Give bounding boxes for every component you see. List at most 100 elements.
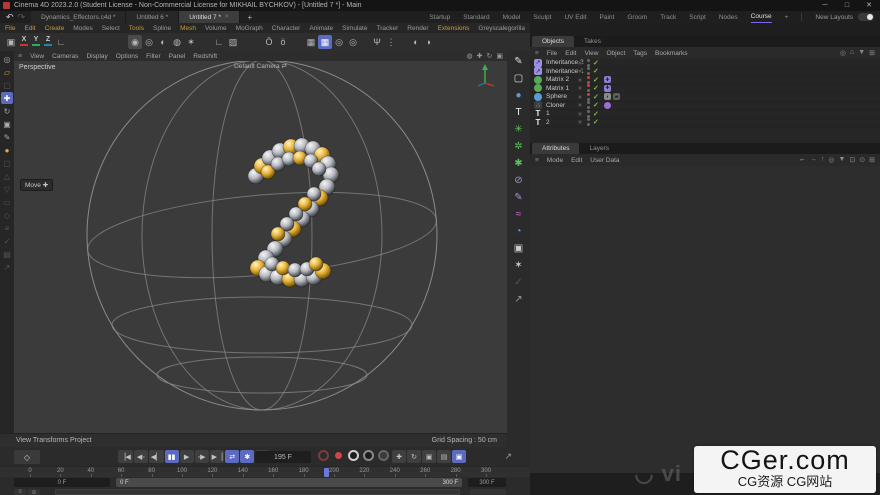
rectangle-selection-icon[interactable]: ▢ (1, 79, 13, 91)
viewport-menu-icon[interactable]: ≡ (18, 53, 22, 60)
vp-menu-panel[interactable]: Panel (169, 53, 186, 60)
maximize-button[interactable]: □ (836, 0, 858, 11)
vp-maximize-icon[interactable]: ▣ (496, 52, 503, 60)
layout-tab-uv-edit[interactable]: UV Edit (564, 12, 586, 23)
attr-menu-mode[interactable]: Mode (547, 157, 563, 164)
om-menu-view[interactable]: View (584, 50, 598, 57)
timeline-track-bar[interactable] (55, 489, 460, 495)
light-icon[interactable]: ✶ (510, 258, 527, 273)
vp-menu-cameras[interactable]: Cameras (52, 53, 78, 60)
document-tab-untitled-6[interactable]: Untitled 6 * (126, 11, 180, 23)
menu-mograph[interactable]: MoGraph (236, 25, 263, 32)
close-button[interactable]: ✕ (858, 0, 880, 11)
next-key-button[interactable]: ◦▶ (194, 450, 209, 463)
keyframe-stop-button[interactable] (348, 450, 359, 461)
vp-material-icon[interactable]: ◍ (467, 52, 473, 60)
attr-lock-icon[interactable]: ⊡ (849, 156, 855, 164)
animation-mode-icon[interactable]: ✶ (184, 35, 198, 49)
axis-lock-y[interactable]: Y (30, 36, 42, 49)
effector-icon[interactable]: ✱ (510, 156, 527, 171)
vp-menu-filter[interactable]: Filter (146, 53, 160, 60)
menu-spline[interactable]: Spline (153, 25, 171, 32)
tab-takes[interactable]: Takes (574, 36, 611, 47)
object-row-inheritance-2[interactable]: ↗ Inheritance 2 ✓ (530, 58, 880, 68)
object-row-matrix-1[interactable]: Matrix 1 ✓ ✚ (530, 84, 880, 93)
attr-menu-user-data[interactable]: User Data (590, 157, 619, 164)
menu-animate[interactable]: Animate (309, 25, 333, 32)
menu-file[interactable]: File (5, 25, 15, 32)
range-start-field[interactable]: 0 F (14, 478, 110, 487)
om-menu-tags[interactable]: Tags (633, 50, 647, 57)
attr-filter-icon[interactable]: ▼ (838, 156, 845, 164)
object-row-sphere[interactable]: Sphere ✓ ◗ ▰ (530, 92, 880, 102)
loop-button[interactable]: ⇄ (225, 450, 240, 463)
object-row-1[interactable]: T 1 ✓ (530, 109, 880, 119)
visibility-dots[interactable] (587, 92, 590, 101)
visibility-dots[interactable] (587, 58, 590, 67)
visibility-dots[interactable] (587, 84, 590, 93)
snap-small-icon[interactable]: ö (276, 35, 290, 49)
enabled-check-icon[interactable]: ✓ (593, 84, 599, 92)
enabled-check-icon[interactable]: ✓ (593, 59, 599, 67)
visibility-dots[interactable] (587, 67, 590, 76)
layer-color-chip[interactable] (578, 120, 582, 125)
cube-primitive-icon[interactable]: ▢ (510, 71, 527, 86)
rotate-tool-icon[interactable]: ↻ (1, 105, 13, 117)
range-end-field[interactable]: 300 F (468, 478, 506, 487)
layer-color-chip[interactable] (578, 60, 582, 65)
record-parameter-button[interactable]: ▤ (437, 450, 451, 463)
play-button[interactable]: ▶ (179, 450, 194, 463)
menu-tracker[interactable]: Tracker (376, 25, 398, 32)
layout-tab-script[interactable]: Script (689, 12, 706, 23)
menu-volume[interactable]: Volume (205, 25, 227, 32)
layout-tab-groom[interactable]: Groom (627, 12, 647, 23)
attr-forward-icon[interactable]: → (810, 156, 817, 164)
visibility-dots[interactable] (587, 118, 590, 127)
object-name[interactable]: Cloner (546, 102, 565, 109)
close-tab-icon[interactable]: × (225, 14, 229, 20)
snap-icon[interactable]: Ö (262, 35, 276, 49)
cloner-icon[interactable]: ✳ (510, 122, 527, 137)
move-tool-icon[interactable]: ✚ (1, 92, 13, 104)
goto-end-button[interactable]: ▶▕ (209, 450, 225, 463)
selection-icon[interactable]: ◎ (1, 53, 13, 65)
record-button[interactable] (333, 450, 344, 461)
polygon-mode-icon[interactable]: △ (1, 170, 13, 182)
edge-mode-icon[interactable]: ▽ (1, 183, 13, 195)
prev-key-button[interactable]: ◀◦ (133, 450, 148, 463)
viewport-solo-icon[interactable]: ↗ (1, 261, 13, 273)
object-name[interactable]: 2 (546, 119, 550, 126)
texture-tag-icon[interactable]: ▰ (613, 93, 620, 101)
enabled-check-icon[interactable]: ✓ (593, 110, 599, 118)
model-icon[interactable]: ▢ (1, 157, 13, 169)
goto-start-button[interactable]: ▕◀ (118, 450, 133, 463)
record-scale-button[interactable]: ▣ (422, 450, 436, 463)
attr-menu-edit[interactable]: Edit (571, 157, 582, 164)
texture-icon[interactable]: ≡ (1, 222, 13, 234)
camera-icon[interactable]: ▣ (510, 241, 527, 256)
track-menu-icon[interactable]: ≡ (14, 489, 26, 495)
scale-tool-icon[interactable]: ▣ (1, 118, 13, 130)
enabled-check-icon[interactable]: ✓ (593, 67, 599, 75)
om-popout-icon[interactable]: ⊞ (869, 49, 875, 57)
mirror-icon[interactable]: Ψ (370, 35, 384, 49)
visibility-dots[interactable] (587, 109, 590, 118)
layout-tab-sculpt[interactable]: Sculpt (533, 12, 551, 23)
point-mode-icon[interactable]: ● (1, 144, 13, 156)
axis-mode-icon[interactable]: ◇ (1, 209, 13, 221)
prev-frame-button[interactable]: ◀▏ (148, 450, 164, 463)
object-row-2[interactable]: T 2 ✓ (530, 118, 880, 127)
tab-objects[interactable]: Objects (532, 36, 575, 47)
magnet-icon[interactable]: ⋮ (384, 35, 398, 49)
quantize-icon[interactable]: ▦ (318, 35, 332, 49)
track-disable-icon[interactable]: ⊘ (28, 489, 40, 495)
undo-icon[interactable]: ↶ (6, 12, 14, 23)
object-row-cloner[interactable]: ∴ Cloner ✓ (530, 101, 880, 110)
disabled-icon[interactable]: ✓ (510, 275, 527, 290)
vp-menu-display[interactable]: Display (86, 53, 107, 60)
menu-simulate[interactable]: Simulate (342, 25, 367, 32)
vp-pin-icon[interactable]: ✚ (477, 52, 483, 60)
purple-plus-tag-icon[interactable]: ✚ (604, 84, 611, 92)
menu-greyscalegorilla[interactable]: Greyscalegorilla (478, 25, 525, 32)
attr-search-icon[interactable]: ◎ (828, 156, 834, 164)
